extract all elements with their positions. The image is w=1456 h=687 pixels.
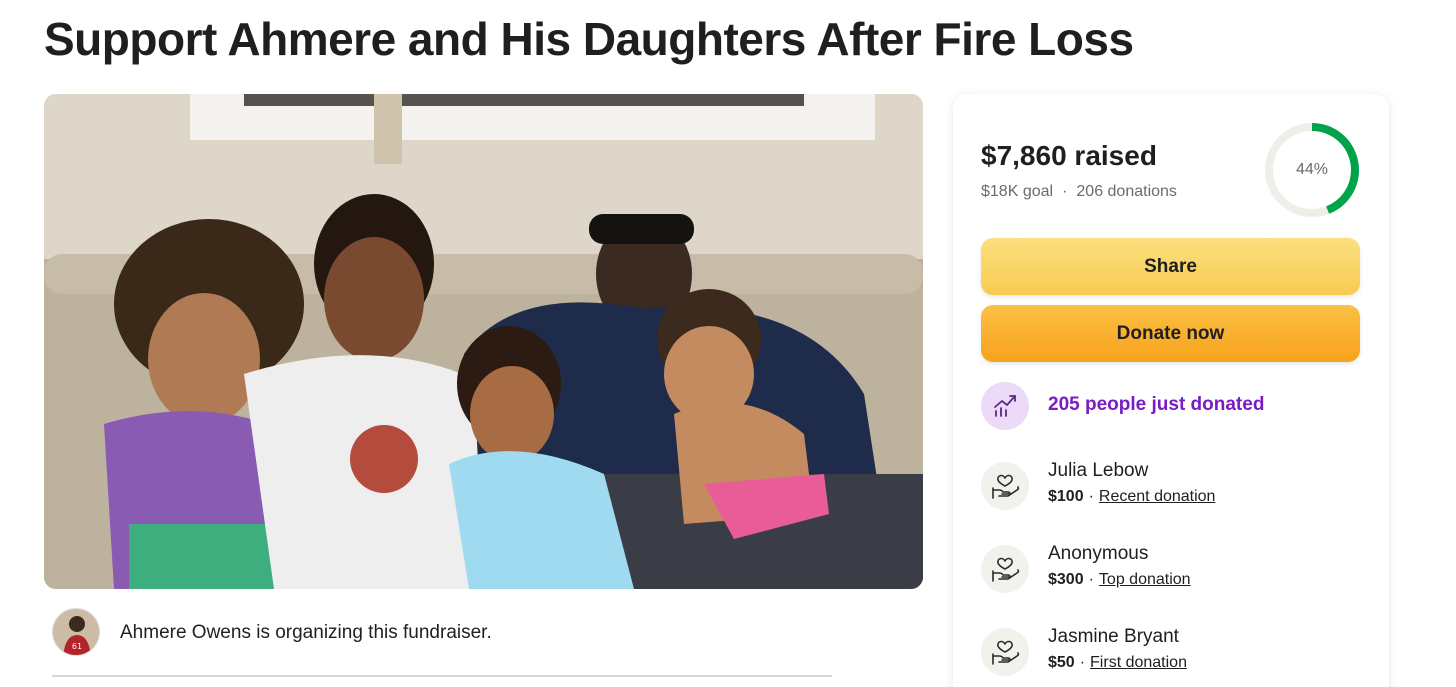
heart-hand-icon xyxy=(981,628,1029,676)
trend-text: 205 people just donated xyxy=(1048,394,1265,415)
donation-item: Anonymous $300 · Top donation xyxy=(981,543,1381,599)
donation-meta: $100 · Recent donation xyxy=(1048,488,1215,506)
donation-amount: $100 xyxy=(1048,488,1084,505)
meta-separator: · xyxy=(1088,488,1094,505)
share-button[interactable]: Share xyxy=(981,238,1360,295)
donation-item: Julia Lebow $100 · Recent donation xyxy=(981,460,1381,516)
trending-up-icon xyxy=(981,382,1029,430)
donation-sidebar: $7,860 raised $18K goal · 206 donations 44… xyxy=(953,94,1389,687)
top-donation-link[interactable]: Top donation xyxy=(1099,571,1191,588)
first-donation-link[interactable]: First donation xyxy=(1090,654,1187,671)
donation-meta: $300 · Top donation xyxy=(1048,571,1191,589)
donate-now-button[interactable]: Donate now xyxy=(981,305,1360,362)
progress-ring: 44% xyxy=(1263,121,1361,219)
donation-item: Jasmine Bryant $50 · First donation xyxy=(981,626,1381,682)
amount-raised: $7,860 raised xyxy=(981,140,1157,171)
meta-separator: · xyxy=(1088,571,1094,588)
donor-name: Jasmine Bryant xyxy=(1048,626,1179,647)
donation-amount: $50 xyxy=(1048,654,1075,671)
donor-name: Julia Lebow xyxy=(1048,460,1149,481)
recent-donors-trend: 205 people just donated xyxy=(981,382,1381,430)
svg-text:61: 61 xyxy=(72,642,82,651)
organizer-text: Ahmere Owens is organizing this fundrais… xyxy=(120,622,492,643)
fundraiser-hero-image xyxy=(44,94,923,589)
goal-summary: $18K goal · 206 donations xyxy=(981,183,1177,201)
meta-separator: · xyxy=(1079,654,1086,671)
organizer-avatar[interactable]: 61 xyxy=(52,608,100,656)
organizer-section: 61 Ahmere Owens is organizing this fundr… xyxy=(52,608,832,678)
donation-count: 206 donations xyxy=(1076,183,1177,200)
page-title: Support Ahmere and His Daughters After F… xyxy=(44,13,1134,65)
donor-name: Anonymous xyxy=(1048,543,1149,564)
heart-hand-icon xyxy=(981,545,1029,593)
goal-separator: · xyxy=(1062,183,1068,200)
goal-amount: $18K goal xyxy=(981,183,1054,200)
section-divider xyxy=(52,675,832,677)
donation-amount: $300 xyxy=(1048,571,1084,588)
progress-percent: 44% xyxy=(1295,161,1329,178)
recent-donation-link[interactable]: Recent donation xyxy=(1099,488,1216,505)
heart-hand-icon xyxy=(981,462,1029,510)
donation-meta: $50 · First donation xyxy=(1048,654,1187,672)
